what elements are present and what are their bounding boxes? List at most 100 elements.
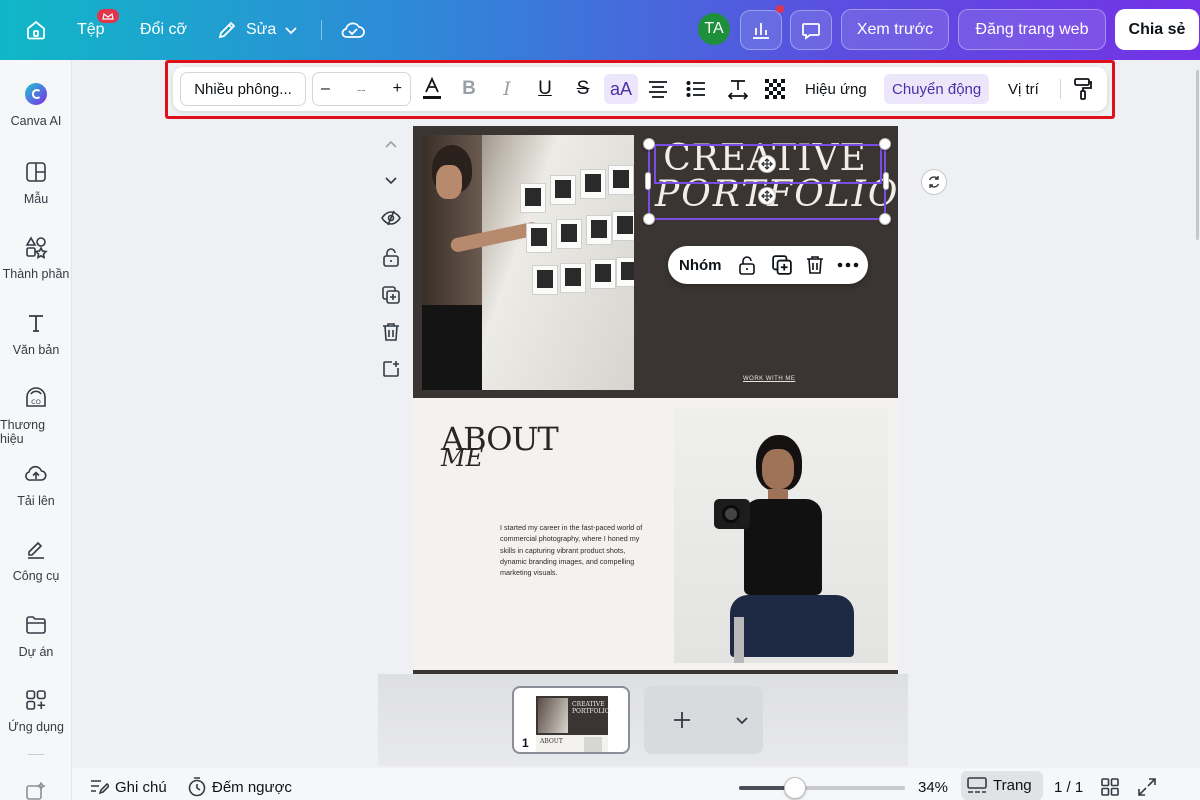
pencil-icon <box>218 21 236 39</box>
rotate-handle[interactable] <box>921 169 947 195</box>
sidebar-item-templates[interactable]: Mẫu <box>0 160 72 206</box>
add-page-button[interactable] <box>378 356 404 382</box>
move-handle[interactable] <box>758 187 776 205</box>
insights-button[interactable] <box>740 10 782 50</box>
font-size-value[interactable]: -- <box>357 82 366 97</box>
trash-icon <box>383 323 399 341</box>
sidebar-item-elements[interactable]: Thành phần <box>0 235 72 281</box>
transparency-button[interactable] <box>760 74 790 104</box>
resize-button[interactable]: Đổi cỡ <box>140 0 187 60</box>
underline-icon: U <box>538 78 552 99</box>
resize-handle-top-right[interactable] <box>879 138 891 150</box>
comments-button[interactable] <box>790 10 832 50</box>
strikethrough-button[interactable]: S <box>568 74 598 104</box>
notes-button[interactable]: Ghi chú <box>89 771 167 800</box>
person-jeans <box>730 595 854 657</box>
delete-page-button[interactable] <box>378 319 404 345</box>
font-size-control: – -- + <box>312 72 411 106</box>
move-icon <box>761 190 773 202</box>
zoom-value[interactable]: 34% <box>918 771 948 800</box>
sidebar-divider <box>28 754 44 755</box>
about-photo[interactable] <box>674 407 888 663</box>
font-size-increase-button[interactable]: + <box>393 80 402 98</box>
comment-icon <box>802 23 820 40</box>
animate-button[interactable]: Chuyển động <box>884 74 990 104</box>
letter-case-button[interactable]: aA <box>604 74 638 104</box>
italic-icon: I <box>503 78 511 100</box>
lock-icon[interactable] <box>738 255 756 275</box>
list-button[interactable] <box>681 74 711 104</box>
bold-button[interactable]: B <box>454 74 484 104</box>
sidebar-item-label: Canva AI <box>10 114 62 128</box>
sidebar-item-projects[interactable]: Dự án <box>0 613 72 659</box>
duplicate-icon[interactable] <box>772 255 792 275</box>
timer-label: Đếm ngược <box>212 778 292 796</box>
resize-handle-left[interactable] <box>645 172 651 190</box>
edit-menu[interactable]: Sửa <box>216 0 298 60</box>
about-bio[interactable]: I started my career in the fast-paced wo… <box>500 522 645 578</box>
toolbar-divider <box>1060 79 1061 99</box>
zoom-label: 34% <box>918 778 949 796</box>
resize-handle-right[interactable] <box>883 172 889 190</box>
zoom-slider[interactable] <box>739 777 905 799</box>
sidebar-item-text[interactable]: Văn bản <box>0 311 72 357</box>
font-size-decrease-button[interactable]: – <box>321 80 330 98</box>
preview-button[interactable]: Xem trước <box>841 9 949 50</box>
duplicate-icon <box>382 286 400 304</box>
pages-view-button[interactable]: Trang <box>961 771 1043 800</box>
person-face <box>436 165 462 199</box>
position-button[interactable]: Vị trí <box>1000 74 1047 104</box>
about-subheading[interactable]: ME <box>441 444 483 472</box>
grid-view-button[interactable] <box>1101 771 1119 800</box>
align-button[interactable] <box>643 74 673 104</box>
sidebar-item-tools[interactable]: Công cụ <box>0 537 72 583</box>
chevron-down-icon[interactable] <box>735 713 749 727</box>
resize-handle-bottom-right[interactable] <box>879 213 891 225</box>
duplicate-page-button[interactable] <box>378 282 404 308</box>
underline-button[interactable]: U <box>530 74 560 104</box>
text-color-button[interactable] <box>417 74 447 104</box>
copy-style-button[interactable] <box>1068 74 1098 104</box>
timer-button[interactable]: Đếm ngược <box>188 771 292 800</box>
effects-label: Hiệu ứng <box>805 80 867 98</box>
move-page-down-button[interactable] <box>378 167 404 193</box>
page-thumbnail-1[interactable]: CREATIVE PORTFOLIO ABOUT 1 <box>512 686 630 754</box>
publish-website-button[interactable]: Đăng trang web <box>958 9 1106 50</box>
more-icon[interactable] <box>837 262 859 268</box>
resize-handle-bottom-left[interactable] <box>643 213 655 225</box>
hide-page-button[interactable] <box>378 205 404 231</box>
vertical-scrollbar[interactable] <box>1196 70 1199 240</box>
elements-icon <box>25 236 48 259</box>
person-face <box>762 449 794 489</box>
notes-label: Ghi chú <box>115 778 167 796</box>
fullscreen-button[interactable] <box>1137 771 1157 800</box>
bullet-list-icon <box>686 81 705 97</box>
italic-button[interactable]: I <box>492 74 522 104</box>
cover-photo[interactable] <box>422 135 634 390</box>
sidebar-item-apps[interactable]: Ứng dụng <box>0 688 72 734</box>
sidebar-item-label: Công cụ <box>12 569 60 583</box>
share-button[interactable]: Chia sẻ <box>1115 9 1199 50</box>
spacing-icon <box>727 80 749 100</box>
resize-handle-top-left[interactable] <box>643 138 655 150</box>
sidebar-item-label: Mẫu <box>23 192 49 206</box>
avatar[interactable]: TA <box>698 13 730 45</box>
sidebar-item-brand[interactable]: CO Thương hiệu <box>0 386 72 446</box>
save-status-button[interactable] <box>340 0 366 60</box>
plus-icon[interactable] <box>673 711 691 729</box>
work-with-me-link[interactable]: WORK WITH ME <box>743 376 795 382</box>
trash-icon[interactable] <box>806 255 824 275</box>
font-family-dropdown[interactable]: Nhiều phông... <box>180 72 306 106</box>
group-button[interactable]: Nhóm <box>679 257 722 274</box>
home-button[interactable] <box>22 0 50 60</box>
spacing-button[interactable] <box>723 74 753 104</box>
sidebar-item-uploads[interactable]: Tải lên <box>0 462 72 508</box>
sidebar-item-canva-ai[interactable]: Canva AI <box>0 82 72 128</box>
wall-photo <box>560 263 586 293</box>
move-handle[interactable] <box>758 155 776 173</box>
move-page-up-button[interactable] <box>378 132 404 158</box>
position-label: Vị trí <box>1008 80 1039 98</box>
effects-button[interactable]: Hiệu ứng <box>797 74 875 104</box>
lock-page-button[interactable] <box>378 244 404 270</box>
magic-media-icon[interactable] <box>26 782 46 800</box>
